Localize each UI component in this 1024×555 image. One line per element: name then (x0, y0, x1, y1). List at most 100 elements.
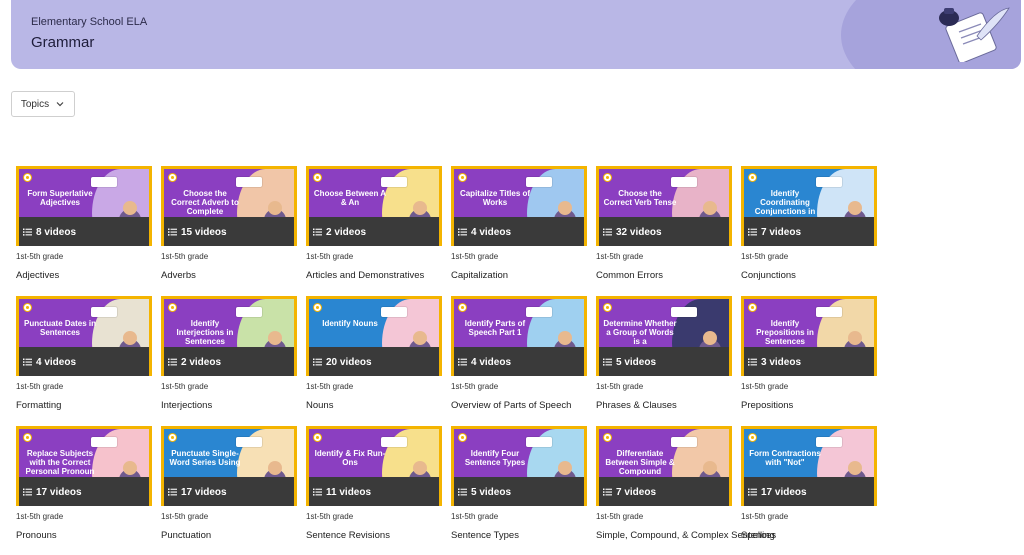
topic-thumbnail[interactable]: Identify Parts of Speech Part 1 4 videos (451, 296, 587, 376)
topic-title[interactable]: Pronouns (16, 530, 57, 541)
topic-thumbnail[interactable]: Determine Whether a Group of Words is a … (596, 296, 732, 376)
topic-thumbnail[interactable]: Identify Nouns 20 videos (306, 296, 442, 376)
coin-icon (603, 173, 612, 182)
thumbnail-title: Punctuate Dates in Sentences (23, 319, 96, 337)
thumbnail-title: Choose the Correct Adverb to Complete (171, 189, 239, 216)
sticker-icon (671, 437, 697, 447)
topic-thumbnail[interactable]: Form Contractions with "Not" 17 videos (741, 426, 877, 506)
grade-level: 1st-5th grade (741, 512, 789, 521)
thumbnail-title: Identify Nouns (322, 319, 378, 328)
topic-thumbnail[interactable]: Identify Four Sentence Types 5 videos (451, 426, 587, 506)
topic-thumbnail[interactable]: Replace Subjects with the Correct Person… (16, 426, 152, 506)
topic-title[interactable]: Spelling (741, 530, 775, 541)
topic-card[interactable]: Form Superlative Adjectives 8 videos 1st… (16, 166, 152, 284)
sticker-icon (526, 307, 552, 317)
topic-card[interactable]: Capitalize Titles of Works 4 videos 1st-… (451, 166, 587, 284)
video-count-bar: 8 videos (19, 217, 149, 246)
video-count-bar: 32 videos (599, 217, 729, 246)
list-icon (23, 488, 32, 496)
topic-card[interactable]: Identify & Fix Run-Ons 11 videos 1st-5th… (306, 426, 442, 544)
topic-card[interactable]: Choose the Correct Adverb to Complete 15… (161, 166, 297, 284)
sticker-icon (381, 177, 407, 187)
sticker-icon (671, 177, 697, 187)
topic-card[interactable]: Differentiate Between Simple & Compound … (596, 426, 776, 544)
topic-thumbnail[interactable]: Identify Coordinating Conjunctions in 7 … (741, 166, 877, 246)
thumbnail-title: Choose the Correct Verb Tense (603, 189, 677, 207)
coin-icon (458, 303, 467, 312)
topic-card[interactable]: Form Contractions with "Not" 17 videos 1… (741, 426, 877, 544)
video-count: 17 videos (36, 486, 82, 498)
video-count: 15 videos (181, 226, 227, 238)
thumbnail-title: Determine Whether a Group of Words is a (603, 319, 677, 346)
topic-thumbnail[interactable]: Choose the Correct Verb Tense 32 videos (596, 166, 732, 246)
topic-title[interactable]: Overview of Parts of Speech (451, 400, 571, 411)
thumbnail-title: Form Contractions with "Not" (749, 449, 821, 467)
topic-card[interactable]: Choose Between A & An 2 videos 1st-5th g… (306, 166, 442, 284)
grade-level: 1st-5th grade (741, 382, 789, 391)
topic-card[interactable]: Identify Coordinating Conjunctions in 7 … (741, 166, 877, 284)
video-count-bar: 3 videos (744, 347, 874, 376)
topic-thumbnail[interactable]: Identify Prepositions in Sentences 3 vid… (741, 296, 877, 376)
coin-icon (168, 433, 177, 442)
topic-card[interactable]: Identify Parts of Speech Part 1 4 videos… (451, 296, 587, 414)
topic-title[interactable]: Punctuation (161, 530, 211, 541)
topic-thumbnail[interactable]: Punctuate Dates in Sentences 4 videos (16, 296, 152, 376)
video-count: 4 videos (471, 226, 512, 238)
topic-title[interactable]: Common Errors (596, 270, 663, 281)
list-icon (168, 228, 177, 236)
video-count-bar: 15 videos (164, 217, 294, 246)
topic-thumbnail[interactable]: Capitalize Titles of Works 4 videos (451, 166, 587, 246)
video-count-bar: 4 videos (454, 347, 584, 376)
topic-title[interactable]: Interjections (161, 400, 212, 411)
topic-title[interactable]: Capitalization (451, 270, 508, 281)
coin-icon (748, 173, 757, 182)
topic-card[interactable]: Choose the Correct Verb Tense 32 videos … (596, 166, 732, 284)
topic-card[interactable]: Replace Subjects with the Correct Person… (16, 426, 152, 544)
topic-card[interactable]: Identify Nouns 20 videos 1st-5th grade N… (306, 296, 442, 414)
coin-icon (458, 433, 467, 442)
sticker-icon (671, 307, 697, 317)
list-icon (748, 488, 757, 496)
topic-thumbnail[interactable]: Choose Between A & An 2 videos (306, 166, 442, 246)
topic-title[interactable]: Conjunctions (741, 270, 796, 281)
list-icon (168, 488, 177, 496)
video-count-bar: 17 videos (164, 477, 294, 506)
topic-card[interactable]: Identify Prepositions in Sentences 3 vid… (741, 296, 877, 414)
topic-card[interactable]: Identify Four Sentence Types 5 videos 1s… (451, 426, 587, 544)
topic-title[interactable]: Nouns (306, 400, 333, 411)
topic-title[interactable]: Articles and Demonstratives (306, 270, 424, 281)
sticker-icon (91, 177, 117, 187)
topic-title[interactable]: Adjectives (16, 270, 59, 281)
topic-card[interactable]: Identify Interjections in Sentences 2 vi… (161, 296, 297, 414)
topic-thumbnail[interactable]: Differentiate Between Simple & Compound … (596, 426, 732, 506)
topic-thumbnail[interactable]: Identify Interjections in Sentences 2 vi… (161, 296, 297, 376)
topics-dropdown[interactable]: Topics (11, 91, 75, 117)
topic-title[interactable]: Prepositions (741, 400, 793, 411)
video-count: 4 videos (471, 356, 512, 368)
chevron-down-icon (56, 102, 64, 107)
coin-icon (603, 303, 612, 312)
grade-level: 1st-5th grade (16, 252, 64, 261)
list-icon (603, 488, 612, 496)
list-icon (748, 228, 757, 236)
grade-level: 1st-5th grade (306, 512, 354, 521)
topic-thumbnail[interactable]: Choose the Correct Adverb to Complete 15… (161, 166, 297, 246)
coin-icon (23, 303, 32, 312)
topic-title[interactable]: Formatting (16, 400, 61, 411)
grade-level: 1st-5th grade (451, 252, 499, 261)
video-count: 7 videos (616, 486, 657, 498)
topic-card[interactable]: Punctuate Dates in Sentences 4 videos 1s… (16, 296, 152, 414)
subject-header: Elementary School ELA Grammar (11, 0, 1021, 69)
topic-title[interactable]: Adverbs (161, 270, 196, 281)
topic-title[interactable]: Sentence Revisions (306, 530, 390, 541)
video-count-bar: 20 videos (309, 347, 439, 376)
topic-card[interactable]: Determine Whether a Group of Words is a … (596, 296, 732, 414)
topic-card[interactable]: Punctuate Single-Word Series Using 17 vi… (161, 426, 297, 544)
topic-title[interactable]: Sentence Types (451, 530, 519, 541)
topic-thumbnail[interactable]: Form Superlative Adjectives 8 videos (16, 166, 152, 246)
sticker-icon (91, 307, 117, 317)
video-count: 3 videos (761, 356, 802, 368)
topic-thumbnail[interactable]: Punctuate Single-Word Series Using 17 vi… (161, 426, 297, 506)
topic-title[interactable]: Phrases & Clauses (596, 400, 677, 411)
topic-thumbnail[interactable]: Identify & Fix Run-Ons 11 videos (306, 426, 442, 506)
